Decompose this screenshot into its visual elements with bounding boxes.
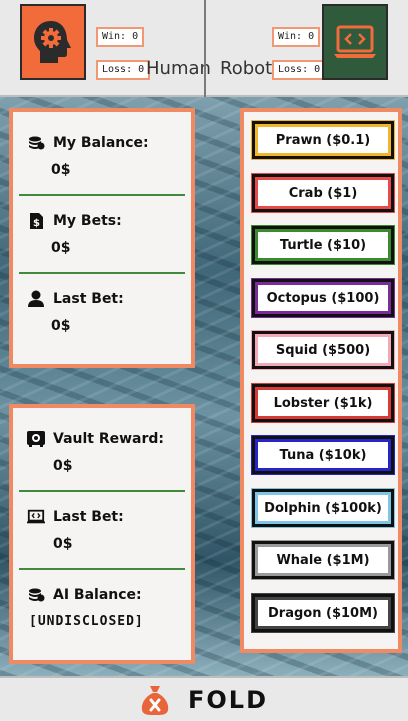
my-bets-stat: $ My Bets: 0$ [13, 196, 191, 256]
bet-button-squid[interactable]: Squid ($500) [252, 331, 394, 369]
game-table: My Balance: 0$ $ My Bets: 0$ Last Bet: 0… [0, 97, 408, 676]
bet-button-tuna[interactable]: Tuna ($10k) [252, 436, 394, 474]
ai-balance-value: [UNDISCLOSED] [29, 614, 144, 629]
ai-last-bet-value: 0$ [53, 536, 73, 552]
bet-label: Whale ($1M) [276, 552, 370, 568]
human-loss-count: Loss: 0 [96, 60, 151, 80]
human-last-bet-value: 0$ [51, 318, 71, 334]
bet-button-dolphin[interactable]: Dolphin ($100k) [252, 489, 394, 527]
bet-label: Crab ($1) [288, 185, 358, 201]
vault-reward-label: Vault Reward: [53, 431, 165, 447]
my-bets-value: 0$ [51, 240, 71, 256]
bet-label: Tuna ($10k) [279, 447, 367, 463]
vault-icon [27, 430, 45, 448]
ai-balance-label: AI Balance: [53, 587, 142, 603]
human-name: Human [146, 58, 211, 79]
user-icon [27, 290, 45, 308]
bet-button-dragon[interactable]: Dragon ($10M) [252, 594, 394, 632]
my-balance-label: My Balance: [53, 135, 149, 151]
bet-label: Octopus ($100) [266, 290, 380, 306]
coins-icon [27, 134, 45, 152]
laptop-code-icon [334, 25, 376, 58]
my-balance-stat: My Balance: 0$ [13, 112, 191, 178]
bet-button-prawn[interactable]: Prawn ($0.1) [252, 121, 394, 159]
human-last-bet-label: Last Bet: [53, 291, 124, 307]
human-stats-panel: My Balance: 0$ $ My Bets: 0$ Last Bet: 0… [9, 108, 195, 368]
bet-label: Dolphin ($100k) [264, 500, 382, 516]
bet-label: Dragon ($10M) [268, 605, 378, 621]
coins-icon [27, 586, 45, 604]
bet-button-lobster[interactable]: Lobster ($1k) [252, 384, 394, 422]
header-divider [204, 0, 206, 97]
bet-button-crab[interactable]: Crab ($1) [252, 174, 394, 212]
svg-text:$: $ [33, 218, 40, 229]
vault-reward-stat: Vault Reward: 0$ [13, 408, 191, 474]
ai-last-bet-stat: Last Bet: 0$ [13, 492, 191, 552]
fold-label: FOLD [187, 685, 268, 714]
robot-avatar [322, 4, 388, 80]
robot-win-count: Win: 0 [272, 27, 321, 47]
my-balance-value: 0$ [51, 162, 71, 178]
my-bets-label: My Bets: [53, 213, 122, 229]
fold-button[interactable]: FOLD [0, 676, 408, 721]
robot-loss-count: Loss: 0 [272, 60, 327, 80]
bet-label: Lobster ($1k) [273, 395, 373, 411]
bet-label: Turtle ($10) [279, 237, 367, 253]
ai-balance-stat: AI Balance: [UNDISCLOSED] [13, 570, 191, 629]
bet-button-turtle[interactable]: Turtle ($10) [252, 226, 394, 264]
robot-name: Robot [220, 58, 273, 79]
bet-label: Prawn ($0.1) [275, 132, 371, 148]
ai-last-bet-label: Last Bet: [53, 509, 124, 525]
human-last-bet-stat: Last Bet: 0$ [13, 274, 191, 334]
human-win-count: Win: 0 [96, 27, 145, 47]
human-avatar [20, 4, 86, 80]
bet-options-panel: Prawn ($0.1) Crab ($1) Turtle ($10) Octo… [240, 108, 402, 653]
receipt-dollar-icon: $ [27, 212, 45, 230]
money-bag-icon [141, 685, 169, 715]
ai-stats-panel: Vault Reward: 0$ Last Bet: 0$ AI Balance… [9, 404, 195, 664]
head-gear-icon [34, 21, 71, 63]
vault-reward-value: 0$ [53, 458, 73, 474]
laptop-code-icon [27, 508, 45, 526]
bet-button-whale[interactable]: Whale ($1M) [252, 541, 394, 579]
bet-button-octopus[interactable]: Octopus ($100) [252, 279, 394, 317]
scoreboard-header: Win: 0 Loss: 0 Human Robot Win: 0 Loss: … [0, 0, 408, 97]
bet-label: Squid ($500) [275, 342, 371, 358]
